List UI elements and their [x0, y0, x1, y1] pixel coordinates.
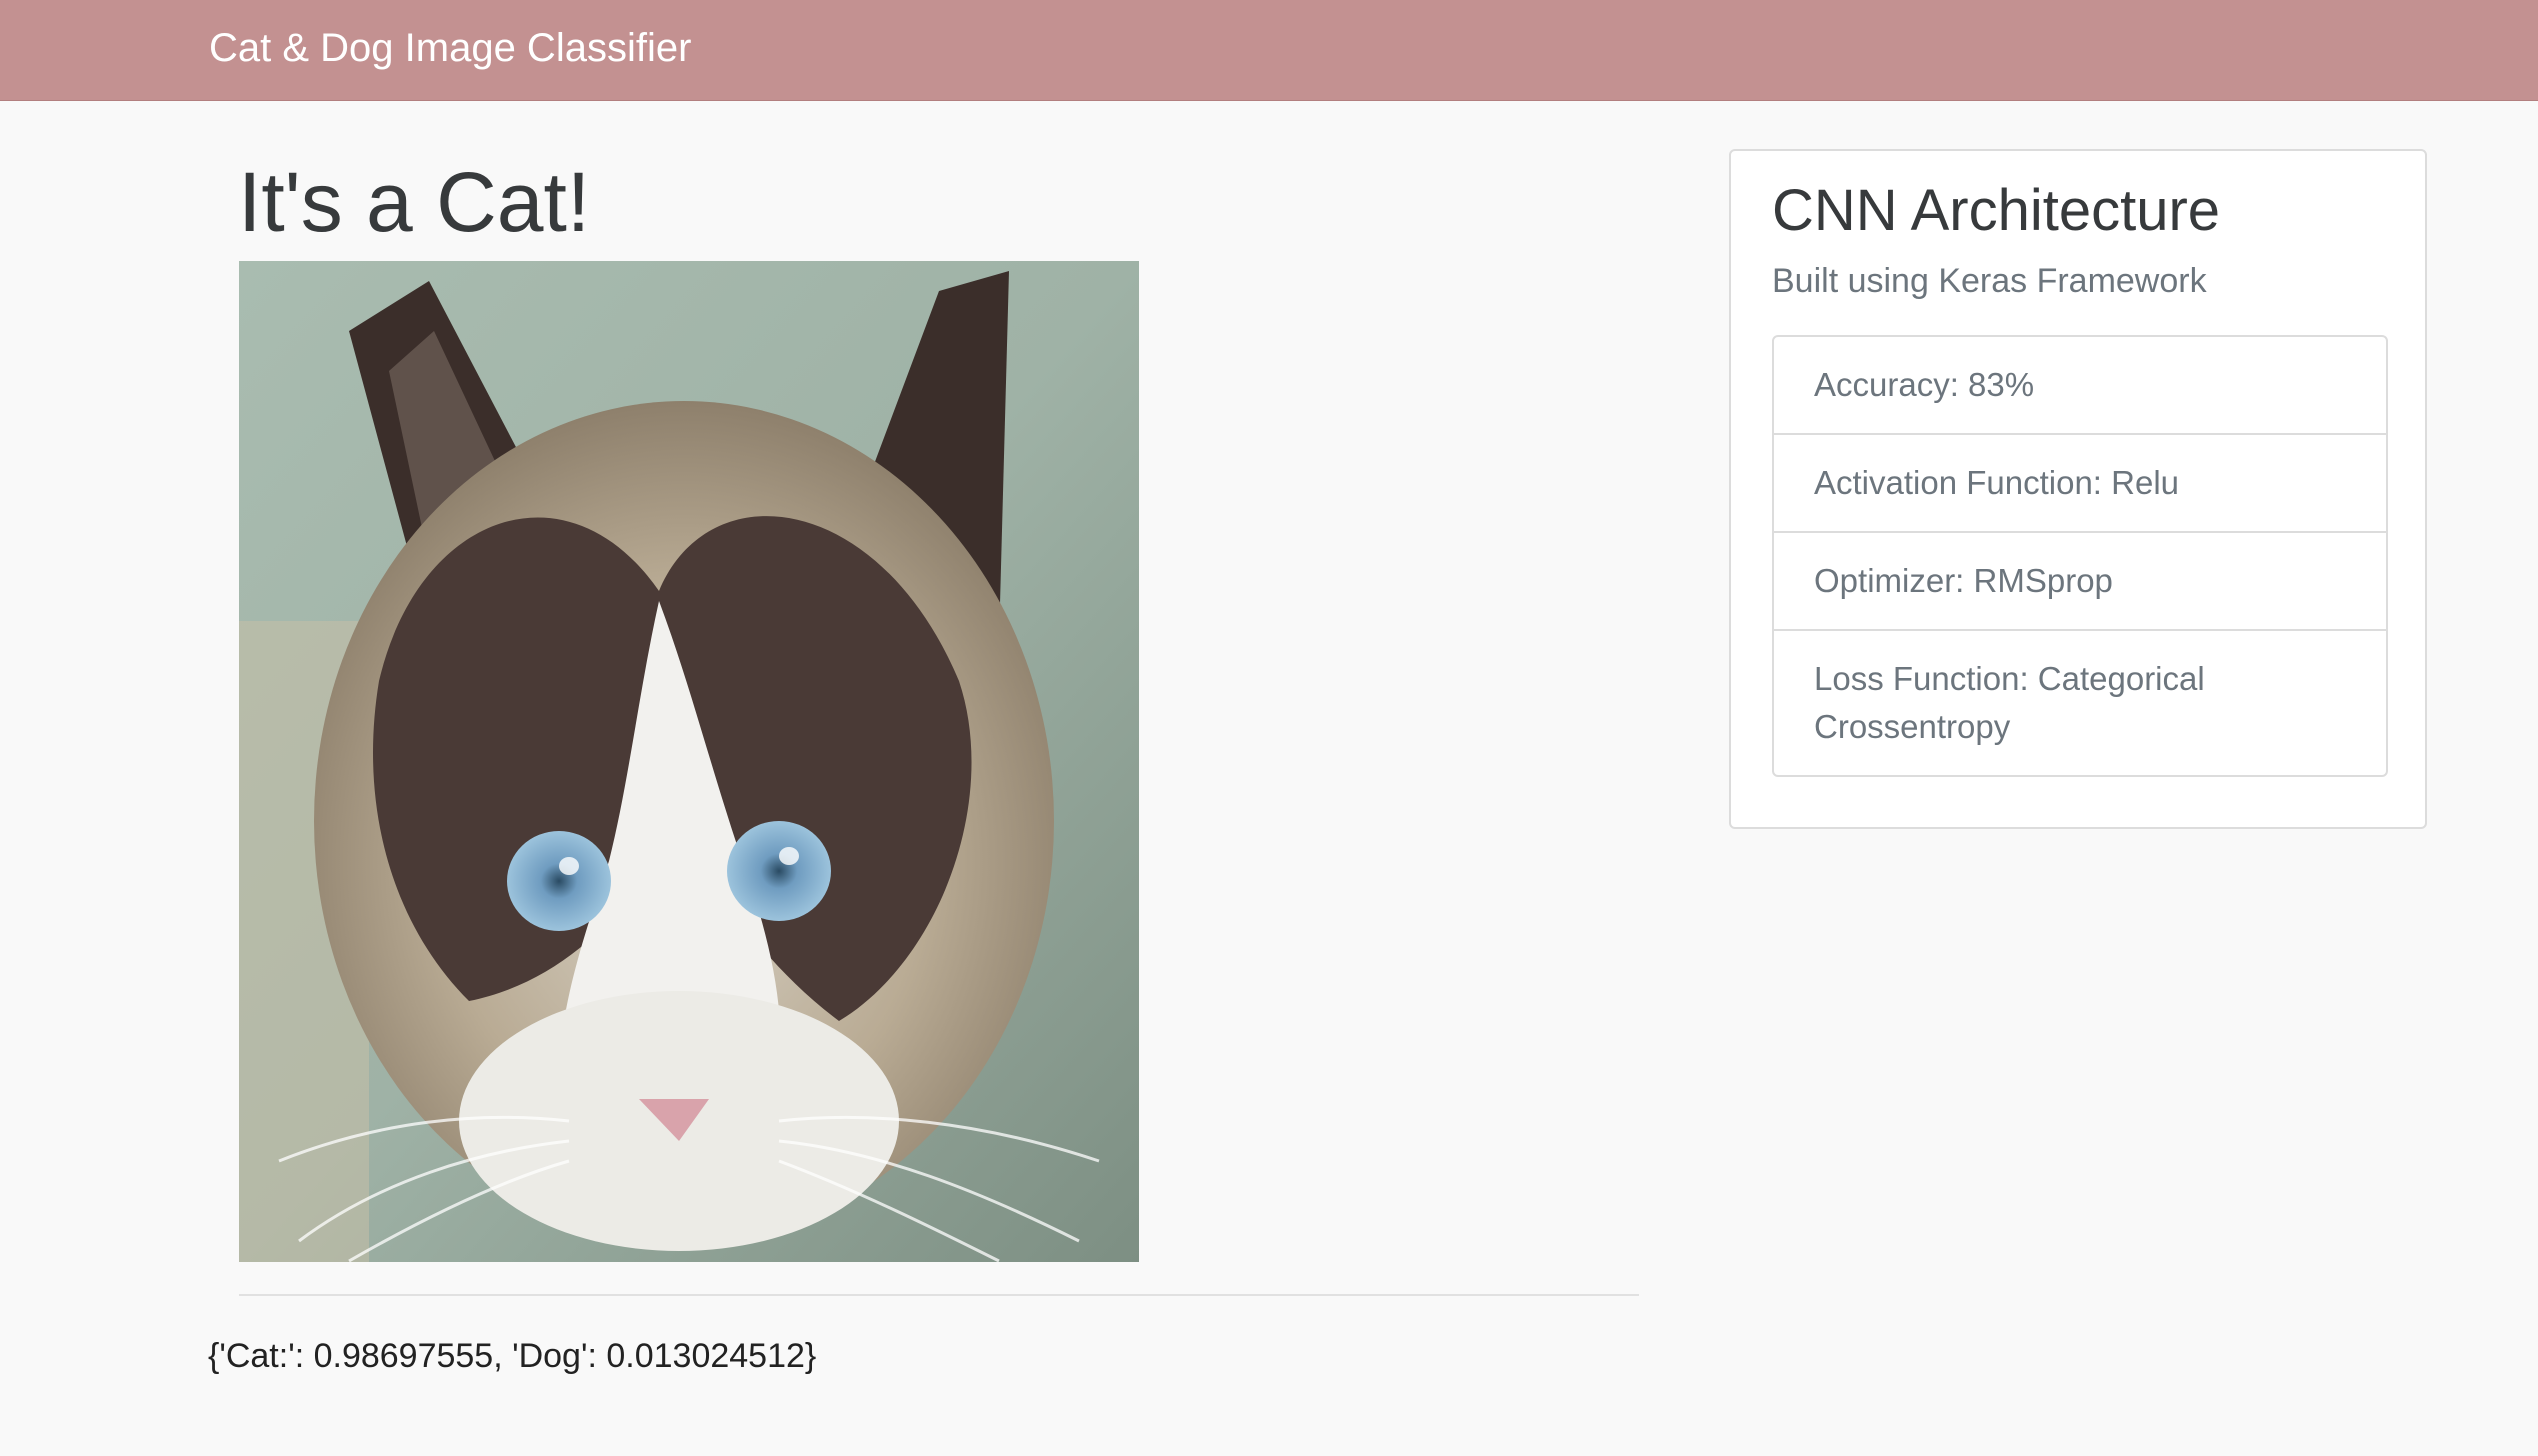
card-title: CNN Architecture	[1772, 178, 2221, 243]
card-subtitle: Built using Keras Framework	[1772, 262, 2207, 300]
result-divider	[239, 1294, 1639, 1296]
uploaded-cat-image	[239, 261, 1139, 1262]
list-item-accuracy: Accuracy: 83%	[1774, 337, 2386, 435]
prediction-heading: It's a Cat!	[238, 155, 591, 249]
navbar: Cat & Dog Image Classifier	[0, 0, 2538, 101]
navbar-brand[interactable]: Cat & Dog Image Classifier	[209, 22, 691, 74]
prediction-probabilities: {'Cat:': 0.98697555, 'Dog': 0.013024512}	[208, 1337, 817, 1375]
list-item-activation: Activation Function: Relu	[1774, 435, 2386, 533]
list-item-optimizer: Optimizer: RMSprop	[1774, 533, 2386, 631]
model-details-list: Accuracy: 83% Activation Function: Relu …	[1772, 335, 2388, 777]
model-info-card: CNN Architecture Built using Keras Frame…	[1729, 149, 2427, 829]
list-item-loss: Loss Function: Categorical Crossentropy	[1814, 660, 2205, 745]
